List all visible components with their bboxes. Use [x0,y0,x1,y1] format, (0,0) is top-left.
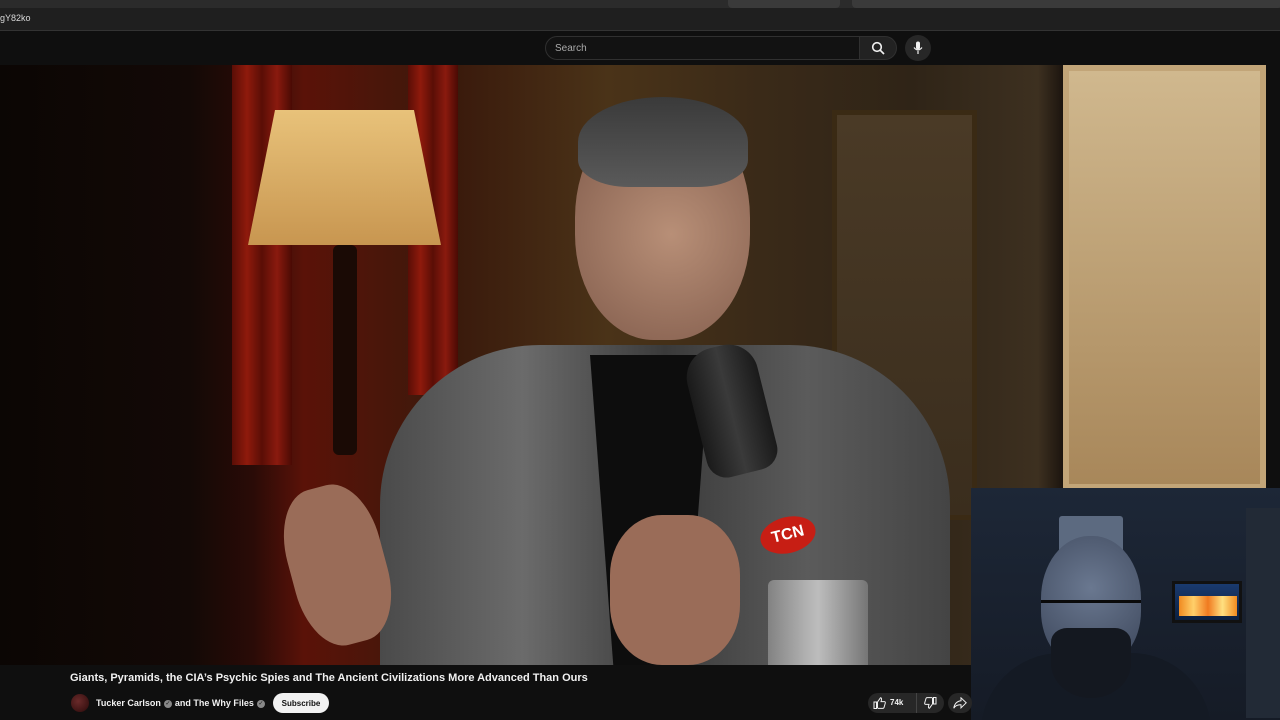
guest-hair [578,97,748,187]
channel-name-secondary[interactable]: The Why Files [193,698,254,708]
video-title: Giants, Pyramids, the CIA’s Psychic Spie… [70,672,588,684]
water-glass [768,580,868,665]
tv-fireplace [1179,596,1237,616]
guest-right-hand [610,515,740,665]
verified-icon: ✓ [163,699,172,708]
share-icon [953,697,967,709]
channel-names[interactable]: Tucker Carlson ✓ and The Why Files ✓ [96,698,268,708]
streamer-beard [1051,628,1131,698]
thumbs-down-icon [924,697,937,709]
verified-icon: ✓ [256,699,265,708]
webcam-overlay [971,488,1280,720]
subscribe-button[interactable]: Subscribe [273,693,329,713]
address-bar-text: gY82ko [0,13,31,23]
wall-tapestry [1063,65,1266,490]
browser-tab[interactable] [852,0,1280,8]
site-header [0,31,1280,65]
browser-tab[interactable] [728,0,840,8]
like-button[interactable]: 74k [868,693,913,713]
voice-search-button[interactable] [905,35,931,61]
webcam-background-tv [1172,581,1242,623]
microphone-icon [913,41,923,55]
address-bar[interactable]: gY82ko [0,8,1280,31]
search-box[interactable] [545,36,860,60]
channel-avatar[interactable] [71,694,89,712]
like-dislike-group: 74k [868,693,944,713]
search-icon [871,41,885,55]
share-button[interactable] [948,693,972,713]
browser-tab-strip [0,0,1280,8]
thumbs-up-icon [873,697,886,709]
search-input[interactable] [546,37,847,59]
video-guest: TCN [270,95,970,665]
dislike-button[interactable] [916,693,945,713]
streamer-glasses [1041,600,1141,627]
channel-name-primary[interactable]: Tucker Carlson [96,698,161,708]
search-button[interactable] [859,36,897,60]
channel-and-text: and [174,698,191,708]
webcam-bookshelf [1246,508,1280,718]
like-count: 74k [890,698,904,707]
